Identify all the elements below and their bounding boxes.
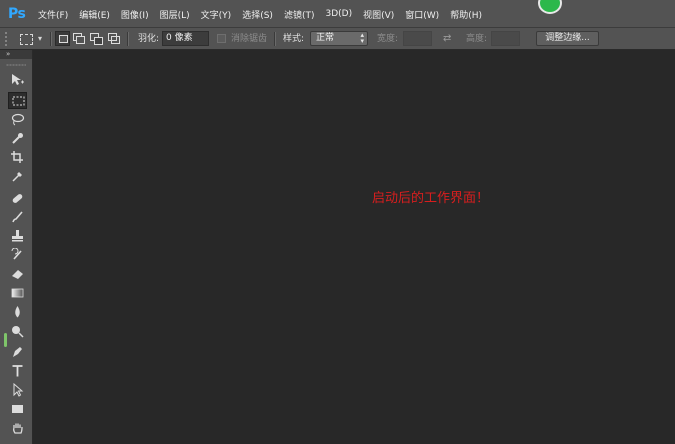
add-to-selection-button[interactable] [71,31,86,46]
green-status-badge [538,0,562,14]
tool-preset-picker[interactable]: ▾ [18,32,48,46]
antialias-checkbox[interactable] [217,34,226,43]
antialias-label: 消除锯齿 [231,34,268,44]
divider [274,32,275,46]
menu-image[interactable]: 图像(I) [121,8,149,21]
style-select-value: 正常 [316,33,335,43]
width-input[interactable] [403,31,432,46]
divider [127,32,128,46]
toolbar-collapse-button[interactable]: » [0,50,32,59]
menu-3d[interactable]: 3D(D) [325,9,352,19]
menu-bar: Ps 文件(F) 编辑(E) 图像(I) 图层(L) 文字(Y) 选择(S) 滤… [0,0,675,28]
lasso-tool[interactable] [8,111,27,128]
swap-width-height-icon[interactable]: ⇄ [443,31,455,46]
style-label: 样式: [283,34,305,44]
chevron-down-icon: ▾ [38,34,43,43]
ps-logo: Ps [8,6,26,22]
feather-input[interactable]: 0 像素 [162,31,209,46]
workspace-canvas[interactable]: 启动后的工作界面！ [33,50,675,444]
dodge-tool[interactable] [8,323,27,340]
rectangle-tool[interactable] [8,401,27,418]
rectangular-marquee-tool[interactable] [8,92,27,109]
subtract-selection-icon-cut [94,37,103,45]
menu-help[interactable]: 帮助(H) [450,8,482,21]
move-tool[interactable] [8,72,27,89]
quick-selection-tool[interactable] [8,130,27,147]
height-label: 高度: [466,34,488,44]
marquee-preset-icon [20,34,33,45]
menu-select[interactable]: 选择(S) [242,8,273,21]
blur-tool[interactable] [8,304,27,321]
new-selection-button[interactable] [55,31,70,46]
intersect-selection-icon-overlap [111,36,120,44]
divider [50,32,51,46]
add-selection-icon-overlap [76,36,85,44]
new-selection-icon [59,35,68,43]
menu-type[interactable]: 文字(Y) [201,8,232,21]
menu-filter[interactable]: 滤镜(T) [284,8,315,21]
hand-tool[interactable] [8,420,27,437]
brush-tool[interactable] [8,209,27,226]
menu-layer[interactable]: 图层(L) [160,8,190,21]
startup-annotation: 启动后的工作界面！ [372,191,490,206]
path-selection-tool[interactable] [8,382,27,399]
height-input[interactable] [491,31,520,46]
menu-edit[interactable]: 编辑(E) [79,8,110,21]
history-brush-tool[interactable] [8,247,27,264]
eyedropper-tool[interactable] [8,168,27,185]
menu-file[interactable]: 文件(F) [38,8,68,21]
menu-items: 文件(F) 编辑(E) 图像(I) 图层(L) 文字(Y) 选择(S) 滤镜(T… [38,0,493,28]
menu-view[interactable]: 视图(V) [363,8,394,21]
subtract-from-selection-button[interactable] [88,31,103,46]
photoshop-window: Ps 文件(F) 编辑(E) 图像(I) 图层(L) 文字(Y) 选择(S) 滤… [0,0,675,444]
options-bar: ▾ 羽化: 0 像素 消除锯齿 样式: 正常 ▴ ▾ 宽度: ⇄ 高度: 调整边… [0,28,675,50]
eraser-tool[interactable] [8,266,27,283]
toolbar-grip[interactable] [6,64,26,66]
type-tool[interactable] [8,363,27,380]
tool-indicator [4,333,7,347]
intersect-selection-button[interactable] [106,31,121,46]
gradient-tool[interactable] [8,285,27,302]
crop-tool[interactable] [8,149,27,166]
refine-edge-button[interactable]: 调整边缘... [536,31,599,46]
style-select[interactable]: 正常 ▴ ▾ [310,31,368,46]
clone-stamp-tool[interactable] [8,228,27,245]
select-arrows-icon: ▴ ▾ [360,31,364,45]
width-label: 宽度: [377,34,399,44]
tools-panel: » [0,50,33,444]
pen-tool[interactable] [8,344,27,361]
spot-healing-brush-tool[interactable] [8,190,27,207]
menu-window[interactable]: 窗口(W) [405,8,439,21]
feather-label: 羽化: [138,34,160,44]
options-bar-grip[interactable] [4,31,8,46]
